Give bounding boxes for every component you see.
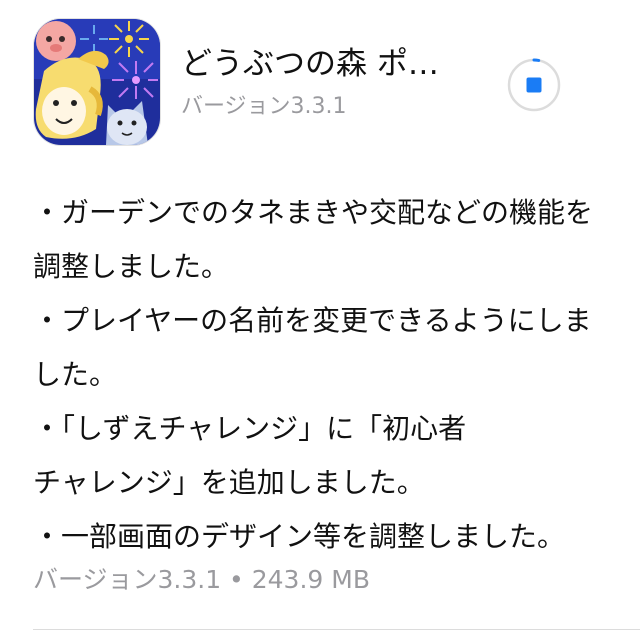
stop-download-button[interactable] <box>505 56 563 114</box>
app-version: バージョン3.3.1 <box>181 94 347 119</box>
release-note-line: した。 <box>33 358 118 391</box>
stop-download-icon <box>507 58 561 112</box>
app-name: どうぶつの森 ポ… <box>181 46 439 82</box>
release-note-line: ・「しずえチャレンジ」に「初心者 <box>33 412 467 445</box>
version-size-info: バージョン3.3.1 • 243.9 MB <box>33 565 370 594</box>
app-icon[interactable] <box>33 18 161 146</box>
release-notes: ・ガーデンでのタネまきや交配などの機能を 調整しました。 ・プレイヤーの名前を変… <box>33 186 613 564</box>
release-note-line: チャレンジ」を追加しました。 <box>33 466 425 499</box>
app-update-page: どうぶつの森 ポ… バージョン3.3.1 ・ガーデンでのタネまきや交配などの機能… <box>0 0 640 640</box>
app-header: どうぶつの森 ポ… バージョン3.3.1 <box>33 18 593 150</box>
divider <box>33 629 640 630</box>
release-note-line: ・プレイヤーの名前を変更できるようにしま <box>33 304 592 337</box>
release-note-line: 調整しました。 <box>33 250 230 283</box>
release-note-line: ・一部画面のデザイン等を調整しました。 <box>33 520 566 553</box>
release-note-line: ・ガーデンでのタネまきや交配などの機能を <box>33 196 594 229</box>
